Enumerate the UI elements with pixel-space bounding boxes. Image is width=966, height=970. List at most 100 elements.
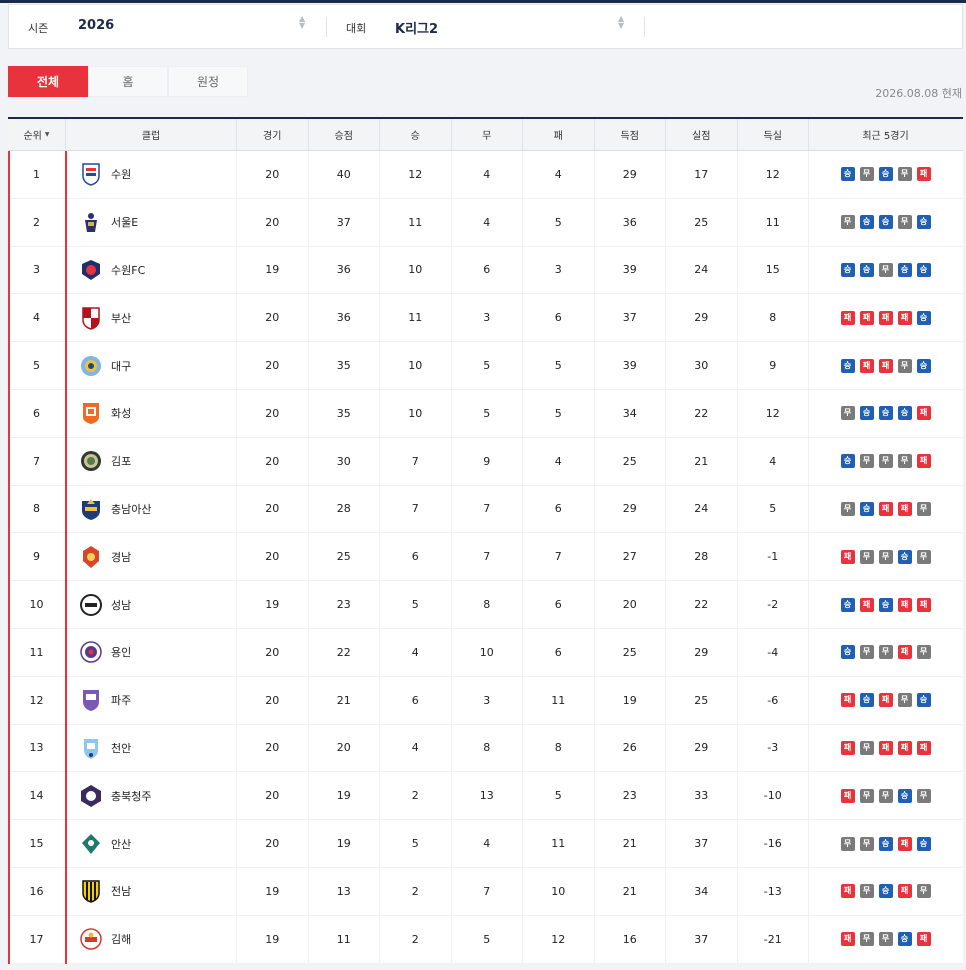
club-cell[interactable]: 충남아산 xyxy=(66,485,237,533)
losses-cell: 10 xyxy=(523,867,595,915)
club-name[interactable]: 성남 xyxy=(111,597,131,613)
wins-cell: 2 xyxy=(380,915,452,963)
club-cell[interactable]: 용인 xyxy=(66,628,237,676)
points-cell: 11 xyxy=(309,915,380,963)
table-row[interactable]: 15 안산 20 19 5 4 11 21 37 -16 무 무 승 패 승 xyxy=(8,820,963,868)
club-name[interactable]: 천안 xyxy=(111,740,131,756)
points-cell: 36 xyxy=(309,294,380,342)
club-cell[interactable]: 김포 xyxy=(66,437,237,485)
recent5-cell: 패무무승패 xyxy=(809,916,962,963)
table-row[interactable]: 9 경남 20 25 6 7 7 27 28 -1 패 무 무 승 무 xyxy=(8,533,963,582)
win-badge: 승 xyxy=(859,501,874,516)
col-rank-header[interactable]: 순위 ▼ xyxy=(8,119,66,150)
club-cell[interactable]: 수원FC xyxy=(66,246,237,294)
club-name[interactable]: 충북청주 xyxy=(111,788,151,804)
club-name[interactable]: 전남 xyxy=(111,883,131,899)
season-select[interactable]: 2026 ▲ ▼ xyxy=(69,5,314,48)
club-cell[interactable]: 김해 xyxy=(66,915,237,963)
draws-cell: 4 xyxy=(452,820,523,867)
rank-cell: 16 xyxy=(8,867,66,915)
loss-badge: 패 xyxy=(897,501,912,516)
club-cell[interactable]: 부산 xyxy=(66,294,237,342)
club-name[interactable]: 경남 xyxy=(111,549,131,565)
club-name[interactable]: 김포 xyxy=(111,453,131,469)
goal-diff-cell: -4 xyxy=(738,628,809,676)
table-row[interactable]: 7 김포 20 30 7 9 4 25 21 4 승 무 무 무 패 xyxy=(8,437,963,486)
table-row[interactable]: 11 용인 20 22 4 10 6 25 29 -4 승 무 무 패 무 xyxy=(8,628,963,677)
table-row[interactable]: 13 천안 20 20 4 8 8 26 29 -3 패 무 패 패 패 xyxy=(8,724,963,773)
club-name[interactable]: 서울E xyxy=(111,214,138,230)
draw-badge: 무 xyxy=(916,645,931,660)
goal-diff-cell: 12 xyxy=(738,151,809,198)
tab-all[interactable]: 전체 xyxy=(8,66,88,97)
competition-select[interactable]: K리그2 ▲ ▼ xyxy=(389,5,634,48)
draw-badge: 무 xyxy=(859,645,874,660)
col-draw-header: 무 xyxy=(452,119,523,150)
loss-badge: 패 xyxy=(840,788,855,803)
draw-badge: 무 xyxy=(859,167,874,182)
win-badge: 승 xyxy=(916,693,931,708)
draws-cell: 7 xyxy=(452,867,523,915)
club-cell[interactable]: 파주 xyxy=(66,676,237,724)
tab-home[interactable]: 홈 xyxy=(88,66,168,97)
table-row[interactable]: 5 대구 20 35 10 5 5 39 30 9 승 패 패 무 승 xyxy=(8,342,963,390)
club-cell[interactable]: 화성 xyxy=(66,389,237,437)
club-name[interactable]: 김해 xyxy=(111,931,131,947)
daegu-emblem xyxy=(80,354,102,378)
rank-cell: 11 xyxy=(8,628,66,676)
club-name[interactable]: 파주 xyxy=(111,692,131,708)
goal-diff-cell: 8 xyxy=(738,294,809,342)
club-name[interactable]: 수원 xyxy=(111,166,131,182)
club-cell[interactable]: 성남 xyxy=(66,581,237,628)
club-cell[interactable]: 안산 xyxy=(66,820,237,867)
table-row[interactable]: 10 성남 19 23 5 8 6 20 22 -2 승 패 승 패 패 xyxy=(8,581,963,629)
table-row[interactable]: 14 충북청주 20 19 2 13 5 23 33 -10 패 무 무 승 무 xyxy=(8,772,963,821)
win-badge: 승 xyxy=(840,454,855,469)
table-row[interactable]: 17 김해 19 11 2 5 12 16 37 -21 패 무 무 승 패 xyxy=(8,915,963,964)
loss-badge: 패 xyxy=(840,740,855,755)
draw-badge: 무 xyxy=(840,215,855,230)
table-row[interactable]: 6 화성 20 35 10 5 5 34 22 12 무 승 승 승 패 xyxy=(8,389,963,438)
table-row[interactable]: 1 수원 20 40 12 4 4 29 17 12 승 무 승 무 패 xyxy=(8,151,963,199)
club-cell[interactable]: 서울E xyxy=(66,198,237,246)
club-name[interactable]: 화성 xyxy=(111,405,131,421)
club-cell[interactable]: 천안 xyxy=(66,724,237,772)
club-name[interactable]: 부산 xyxy=(111,310,131,326)
club-cell[interactable]: 수원 xyxy=(66,151,237,198)
draw-badge: 무 xyxy=(878,549,893,564)
table-row[interactable]: 3 수원FC 19 36 10 6 3 39 24 15 승 승 무 승 승 xyxy=(8,246,963,295)
points-cell: 36 xyxy=(309,246,380,294)
goals-for-cell: 37 xyxy=(595,294,666,342)
club-name[interactable]: 대구 xyxy=(111,358,131,374)
losses-cell: 6 xyxy=(523,485,595,533)
jeonnam-emblem xyxy=(80,879,102,904)
tab-away[interactable]: 원정 xyxy=(168,66,248,97)
loss-badge: 패 xyxy=(840,310,855,325)
goals-against-cell: 33 xyxy=(666,772,738,820)
win-badge: 승 xyxy=(840,597,855,612)
table-row[interactable]: 12 파주 20 21 6 3 11 19 25 -6 패 승 패 무 승 xyxy=(8,676,963,725)
club-name[interactable]: 충남아산 xyxy=(111,501,151,517)
win-badge: 승 xyxy=(859,215,874,230)
wins-cell: 7 xyxy=(380,485,452,533)
win-badge: 승 xyxy=(916,310,931,325)
club-cell[interactable]: 전남 xyxy=(66,867,237,915)
loss-badge: 패 xyxy=(878,740,893,755)
club-cell[interactable]: 경남 xyxy=(66,533,237,581)
club-cell[interactable]: 충북청주 xyxy=(66,772,237,820)
club-name[interactable]: 용인 xyxy=(111,644,131,660)
table-row[interactable]: 4 부산 20 36 11 3 6 37 29 8 패 패 패 패 승 xyxy=(8,294,963,343)
played-cell: 20 xyxy=(237,389,309,437)
club-name[interactable]: 안산 xyxy=(111,836,131,852)
draw-badge: 무 xyxy=(859,454,874,469)
losses-cell: 6 xyxy=(523,294,595,342)
club-name[interactable]: 수원FC xyxy=(111,262,145,278)
draw-badge: 무 xyxy=(916,549,931,564)
table-row[interactable]: 2 서울E 20 37 11 4 5 36 25 11 무 승 승 무 승 xyxy=(8,198,963,247)
gimpo-emblem xyxy=(80,449,102,473)
club-cell[interactable]: 대구 xyxy=(66,342,237,389)
table-row[interactable]: 8 충남아산 20 28 7 7 6 29 24 5 무 승 패 패 무 xyxy=(8,485,963,534)
rank-cell: 7 xyxy=(8,437,66,485)
draw-badge: 무 xyxy=(897,358,912,373)
table-row[interactable]: 16 전남 19 13 2 7 10 21 34 -13 패 무 승 패 무 xyxy=(8,867,963,916)
